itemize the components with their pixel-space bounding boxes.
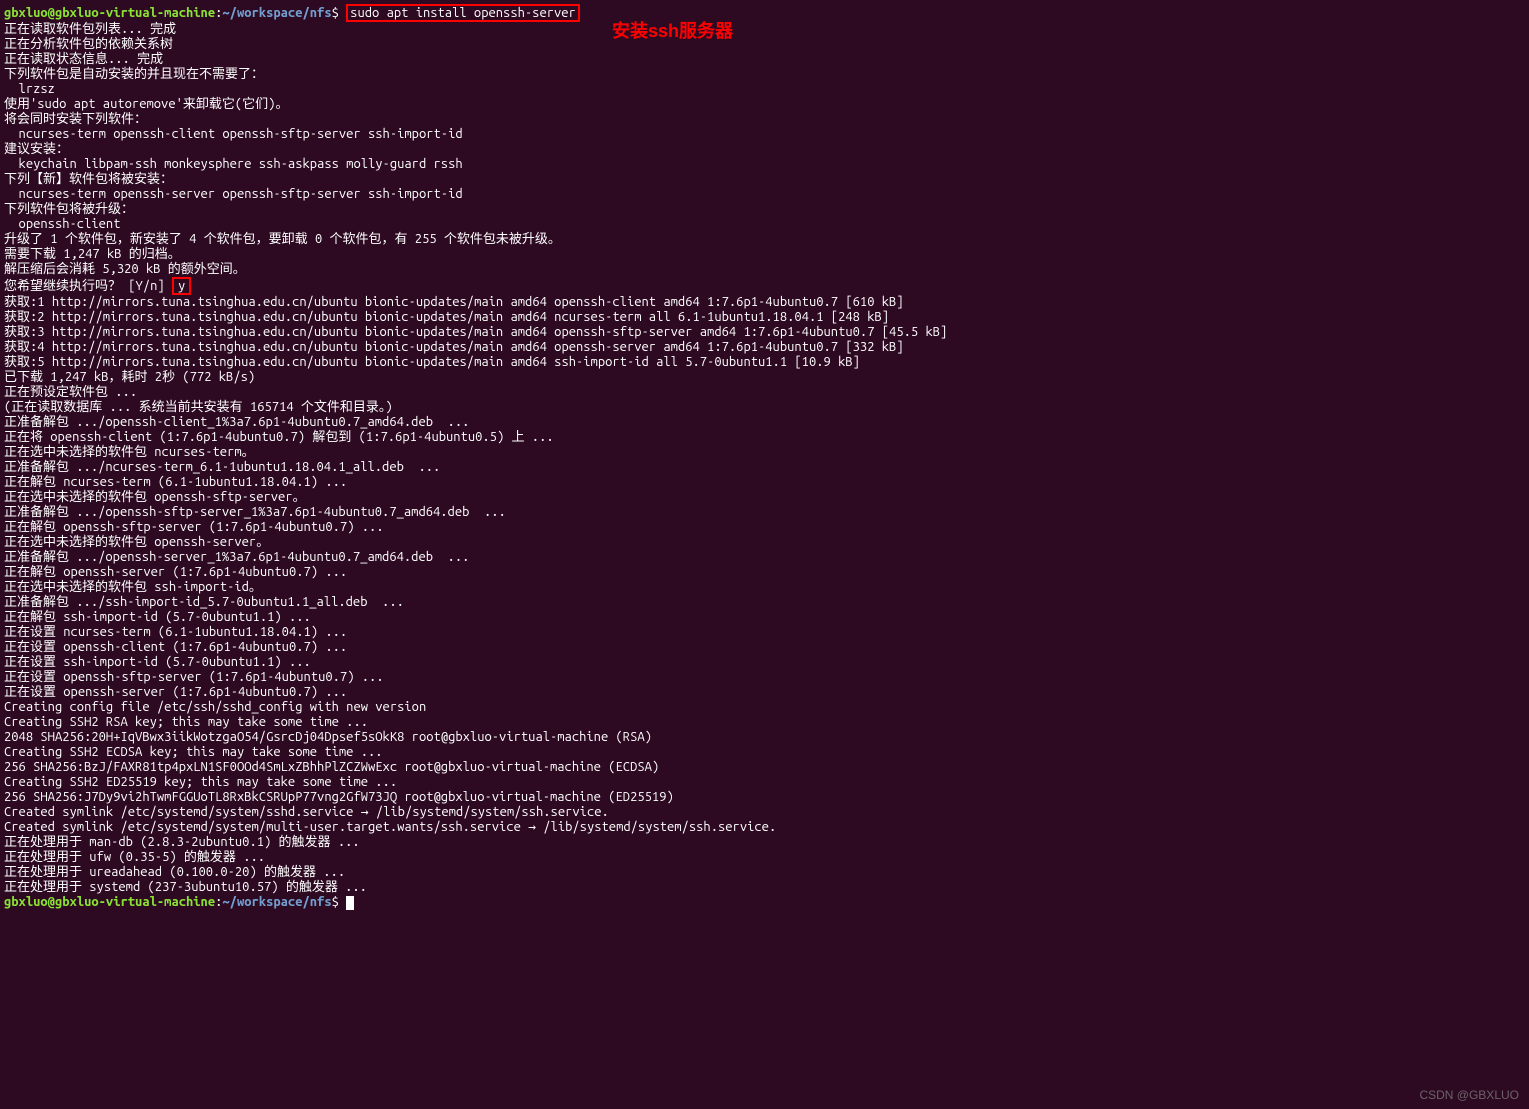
output-line: (正在读取数据库 ... 系统当前共安装有 165714 个文件和目录。) [4, 400, 1525, 415]
output-line: Creating SSH2 ED25519 key; this may take… [4, 775, 1525, 790]
output-line: 已下载 1,247 kB，耗时 2秒 (772 kB/s) [4, 370, 1525, 385]
output-line: 正在预设定软件包 ... [4, 385, 1525, 400]
output-line: 下列【新】软件包将被安装： [4, 172, 1525, 187]
output-line: 建议安装： [4, 142, 1525, 157]
output-line: Created symlink /etc/systemd/system/mult… [4, 820, 1525, 835]
prompt-line-2: gbxluo@gbxluo-virtual-machine:~/workspac… [4, 895, 1525, 910]
output-line: 正准备解包 .../ncurses-term_6.1-1ubuntu1.18.0… [4, 460, 1525, 475]
cursor-icon [346, 896, 354, 910]
output-line: Creating SSH2 RSA key; this may take som… [4, 715, 1525, 730]
output-line: 获取:3 http://mirrors.tuna.tsinghua.edu.cn… [4, 325, 1525, 340]
output-line: 正在解包 openssh-server (1:7.6p1-4ubuntu0.7)… [4, 565, 1525, 580]
output-line: Created symlink /etc/systemd/system/sshd… [4, 805, 1525, 820]
output-line: 正在读取状态信息... 完成 [4, 52, 1525, 67]
output-line: 正在将 openssh-client (1:7.6p1-4ubuntu0.7) … [4, 430, 1525, 445]
output-line: 获取:5 http://mirrors.tuna.tsinghua.edu.cn… [4, 355, 1525, 370]
prompt-path: ~/workspace/nfs [222, 6, 331, 20]
output-line: 2048 SHA256:20H+IqVBwx3iikWotzgaO54/Gsrc… [4, 730, 1525, 745]
output-line: 正在解包 openssh-sftp-server (1:7.6p1-4ubunt… [4, 520, 1525, 535]
terminal-output[interactable]: gbxluo@gbxluo-virtual-machine:~/workspac… [4, 4, 1525, 910]
output-line: 正在处理用于 systemd (237-3ubuntu10.57) 的触发器 .… [4, 880, 1525, 895]
output-line: 正在设置 ncurses-term (6.1-1ubuntu1.18.04.1)… [4, 625, 1525, 640]
output-line: 正在选中未选择的软件包 openssh-server。 [4, 535, 1525, 550]
output-line: keychain libpam-ssh monkeysphere ssh-ask… [4, 157, 1525, 172]
output-line: 正在选中未选择的软件包 openssh-sftp-server。 [4, 490, 1525, 505]
output-line: 256 SHA256:BzJ/FAXR81tp4pxLN1SF0OOd4SmLx… [4, 760, 1525, 775]
output-line: 正在分析软件包的依赖关系树 [4, 37, 1525, 52]
output-line: 正在设置 openssh-client (1:7.6p1-4ubuntu0.7)… [4, 640, 1525, 655]
output-line: 正在设置 ssh-import-id (5.7-0ubuntu1.1) ... [4, 655, 1525, 670]
output-line: 正在选中未选择的软件包 ncurses-term。 [4, 445, 1525, 460]
output-line: 将会同时安装下列软件： [4, 112, 1525, 127]
output-line: Creating SSH2 ECDSA key; this may take s… [4, 745, 1525, 760]
command-highlighted: sudo apt install openssh-server [346, 4, 580, 22]
output-line: 正准备解包 .../openssh-sftp-server_1%3a7.6p1-… [4, 505, 1525, 520]
output-line: 下列软件包将被升级： [4, 202, 1525, 217]
output-line: 正在处理用于 ufw (0.35-5) 的触发器 ... [4, 850, 1525, 865]
output-line: 正在设置 openssh-server (1:7.6p1-4ubuntu0.7)… [4, 685, 1525, 700]
output-line: 需要下载 1,247 kB 的归档。 [4, 247, 1525, 262]
output-line: Creating config file /etc/ssh/sshd_confi… [4, 700, 1525, 715]
output-line: 正准备解包 .../ssh-import-id_5.7-0ubuntu1.1_a… [4, 595, 1525, 610]
confirm-line: 您希望继续执行吗？ [Y/n] y [4, 277, 1525, 295]
output-line: 正在选中未选择的软件包 ssh-import-id。 [4, 580, 1525, 595]
output-line: ncurses-term openssh-client openssh-sftp… [4, 127, 1525, 142]
output-line: 正准备解包 .../openssh-client_1%3a7.6p1-4ubun… [4, 415, 1525, 430]
output-line: ncurses-term openssh-server openssh-sftp… [4, 187, 1525, 202]
output-line: 升级了 1 个软件包，新安装了 4 个软件包，要卸载 0 个软件包，有 255 … [4, 232, 1525, 247]
output-line: 下列软件包是自动安装的并且现在不需要了： [4, 67, 1525, 82]
input-y-highlighted: y [172, 277, 191, 295]
prompt-line-1: gbxluo@gbxluo-virtual-machine:~/workspac… [4, 4, 1525, 22]
prompt-user: gbxluo@gbxluo-virtual-machine [4, 6, 215, 20]
output-line: 获取:4 http://mirrors.tuna.tsinghua.edu.cn… [4, 340, 1525, 355]
output-line: 256 SHA256:J7Dy9vi2hTwmFGGUoTL8RxBkCSRUp… [4, 790, 1525, 805]
output-line: 正准备解包 .../openssh-server_1%3a7.6p1-4ubun… [4, 550, 1525, 565]
watermark: CSDN @GBXLUO [1419, 1088, 1519, 1103]
output-line: 正在处理用于 ureadahead (0.100.0-20) 的触发器 ... [4, 865, 1525, 880]
output-line: 正在设置 openssh-sftp-server (1:7.6p1-4ubunt… [4, 670, 1525, 685]
output-line: 解压缩后会消耗 5,320 kB 的额外空间。 [4, 262, 1525, 277]
output-line: 正在读取软件包列表... 完成 [4, 22, 1525, 37]
output-line: 获取:2 http://mirrors.tuna.tsinghua.edu.cn… [4, 310, 1525, 325]
output-line: 正在解包 ssh-import-id (5.7-0ubuntu1.1) ... [4, 610, 1525, 625]
output-line: 获取:1 http://mirrors.tuna.tsinghua.edu.cn… [4, 295, 1525, 310]
output-line: 使用'sudo apt autoremove'来卸载它(它们)。 [4, 97, 1525, 112]
annotation-label: 安装ssh服务器 [612, 24, 733, 39]
output-line: openssh-client [4, 217, 1525, 232]
output-line: lrzsz [4, 82, 1525, 97]
output-line: 正在解包 ncurses-term (6.1-1ubuntu1.18.04.1)… [4, 475, 1525, 490]
output-line: 正在处理用于 man-db (2.8.3-2ubuntu0.1) 的触发器 ..… [4, 835, 1525, 850]
